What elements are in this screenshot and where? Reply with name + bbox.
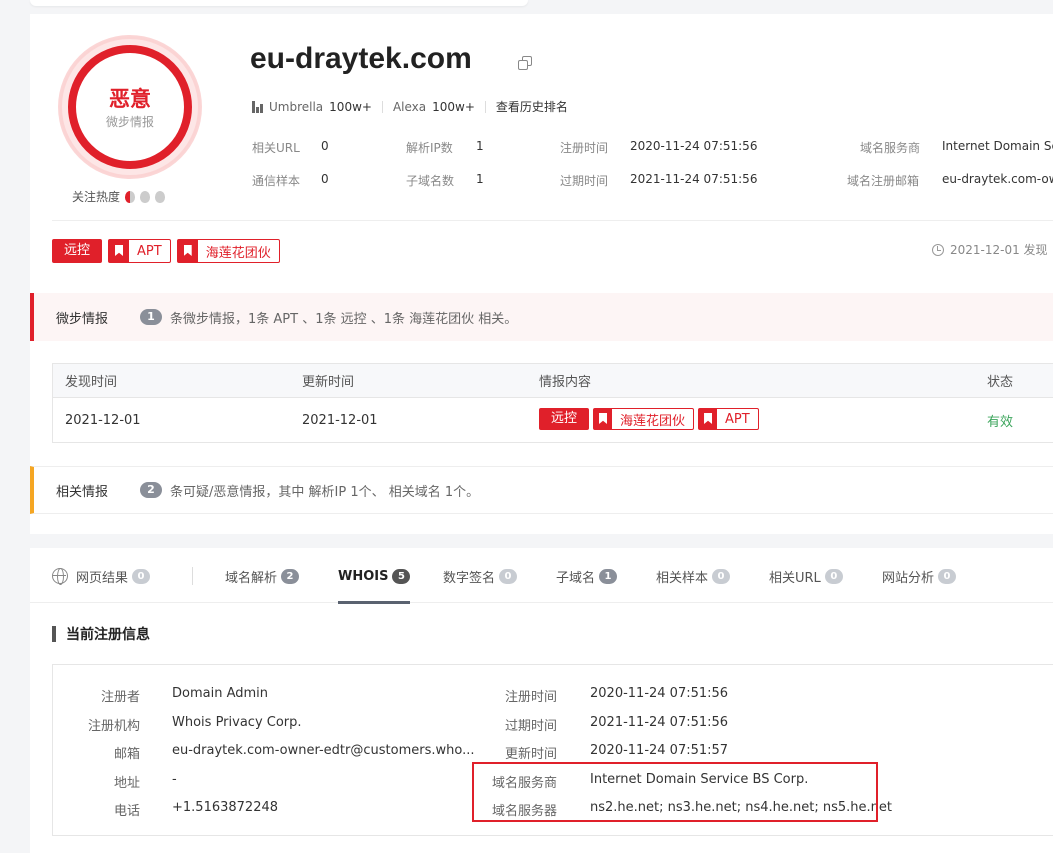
globe-icon: [52, 568, 68, 585]
meta-registrar: 域名服务商: [860, 141, 921, 155]
intel-label: 微步情报: [56, 311, 109, 327]
bookmark-icon: [699, 409, 718, 429]
tab-subdomain[interactable]: 子域名 1: [556, 549, 618, 603]
umbrella-label: Umbrella: [269, 99, 324, 114]
flame-icon: [125, 190, 136, 203]
table-header: 发现时间 更新时间 情报内容 状态: [53, 364, 1053, 398]
verdict-badge: 恶意 微步情报: [58, 35, 202, 179]
tag-apt[interactable]: APT: [108, 239, 171, 263]
table-row: 2021-12-01 2021-12-01 远控 海莲花团伙 APT 有效: [53, 398, 1053, 442]
tab-site-analysis[interactable]: 网站分析 0: [882, 549, 957, 603]
bookmark-icon: [177, 240, 198, 262]
whois-key: 注册时间: [504, 690, 557, 705]
whois-org: Whois Privacy Corp.: [172, 715, 302, 730]
whois-key: 注册机构: [87, 719, 140, 734]
flame-icon: [140, 190, 151, 203]
whois-key: 邮箱: [113, 747, 140, 762]
bookmark-icon: [109, 240, 130, 262]
meta-ip-count: 解析IP数: [406, 141, 453, 155]
related-url-value[interactable]: 0: [321, 139, 329, 153]
tab-dns[interactable]: 域名解析 2: [225, 549, 300, 603]
tab-web-results[interactable]: 网页结果 0: [52, 549, 151, 603]
meta-email: 域名注册邮箱: [847, 174, 920, 188]
registrar-value: Internet Domain Se: [942, 139, 1053, 153]
tab-urls[interactable]: 相关URL 0: [769, 549, 843, 603]
whois-key: 地址: [113, 776, 140, 791]
rank-row: Umbrella 100w+ Alexa 100w+ 查看历史排名: [252, 98, 568, 115]
whois-key: 过期时间: [504, 719, 557, 734]
tag-group[interactable]: 海莲花团伙: [176, 239, 280, 263]
related-text: 条可疑/恶意情报，其中 解析IP 1个、 相关域名 1个。: [170, 484, 480, 500]
whois-key: 电话: [113, 804, 140, 819]
status-badge: 有效: [987, 414, 1014, 430]
ip-count-value[interactable]: 1: [476, 139, 484, 153]
email-value: eu-draytek.com-ow: [942, 172, 1053, 186]
found-time: 2021-12-01 发现: [932, 241, 1048, 258]
whois-registrant: Domain Admin: [172, 686, 269, 701]
umbrella-value: 100w+: [329, 99, 372, 114]
related-summary-bar: 相关情报 2 条可疑/恶意情报，其中 解析IP 1个、 相关域名 1个。: [30, 466, 1053, 514]
subdomain-value[interactable]: 1: [476, 172, 484, 186]
tag-remote[interactable]: 远控: [52, 239, 103, 263]
samples-value[interactable]: 0: [321, 172, 329, 186]
intel-text: 条微步情报，1条 APT 、1条 远控 、1条 海莲花团伙 相关。: [170, 311, 518, 327]
meta-related-url: 相关URL: [252, 141, 300, 155]
intel-table: 发现时间 更新时间 情报内容 状态 2021-12-01 2021-12-01 …: [52, 363, 1053, 443]
whois-reg-time: 2020-11-24 07:51:56: [590, 686, 729, 701]
tag-remote[interactable]: 远控: [539, 408, 590, 430]
heat-indicator: 关注热度: [72, 188, 166, 205]
search-box-edge[interactable]: [30, 0, 528, 6]
whois-key: 注册者: [100, 690, 140, 705]
expire-value: 2021-11-24 07:51:56: [630, 172, 758, 186]
tag-group[interactable]: 海莲花团伙: [593, 408, 695, 430]
meta-subdomain: 子域名数: [406, 174, 455, 188]
reg-time-value: 2020-11-24 07:51:56: [630, 139, 758, 153]
top-bar: [0, 0, 1053, 14]
meta-samples: 通信样本: [252, 174, 301, 188]
meta-expire: 过期时间: [560, 174, 609, 188]
bar-chart-icon: [252, 100, 263, 113]
related-label: 相关情报: [56, 484, 109, 500]
related-count: 2: [140, 482, 162, 498]
tab-signature[interactable]: 数字签名 0: [443, 549, 518, 603]
highlight-box: [472, 762, 878, 822]
divider: [52, 220, 1053, 221]
whois-expire-time: 2021-11-24 07:51:56: [590, 715, 729, 730]
tab-whois[interactable]: WHOIS 5: [338, 549, 411, 604]
flame-icon: [155, 190, 166, 203]
tag-row: 远控 APT 海莲花团伙: [52, 239, 280, 263]
verdict-label: 恶意: [109, 87, 151, 111]
alexa-value: 100w+: [432, 99, 475, 114]
tab-bar: 网页结果 0 域名解析 2 WHOIS 5 数字签名 0 子域名 1 相关样本 …: [30, 549, 1053, 604]
verdict-source: 微步情报: [105, 115, 154, 129]
tab-samples[interactable]: 相关样本 0: [656, 549, 731, 603]
whois-update-time: 2020-11-24 07:51:57: [590, 743, 729, 758]
whois-phone: +1.5163872248: [172, 800, 279, 815]
whois-email[interactable]: eu-draytek.com-owner-edtr@customers.who.…: [172, 743, 474, 758]
domain-title: eu-draytek.com: [250, 42, 472, 75]
whois-key: 更新时间: [504, 747, 557, 762]
whois-address: -: [172, 772, 177, 787]
updated-date: 2021-12-01: [302, 412, 378, 428]
whois-section-title: 当前注册信息: [52, 624, 150, 644]
intel-summary-bar: 微步情报 1 条微步情报，1条 APT 、1条 远控 、1条 海莲花团伙 相关。: [30, 293, 1053, 341]
alexa-label: Alexa: [392, 99, 427, 114]
copy-icon[interactable]: [518, 56, 532, 70]
intel-tags: 远控 海莲花团伙 APT: [539, 408, 759, 430]
clock-icon: [932, 243, 944, 256]
bookmark-icon: [594, 409, 613, 429]
heat-label: 关注热度: [72, 190, 121, 204]
history-rank-link[interactable]: 查看历史排名: [496, 98, 568, 115]
intel-count: 1: [140, 309, 162, 325]
tag-apt[interactable]: APT: [698, 408, 759, 430]
meta-reg-time: 注册时间: [560, 141, 609, 155]
found-date: 2021-12-01: [65, 412, 141, 428]
